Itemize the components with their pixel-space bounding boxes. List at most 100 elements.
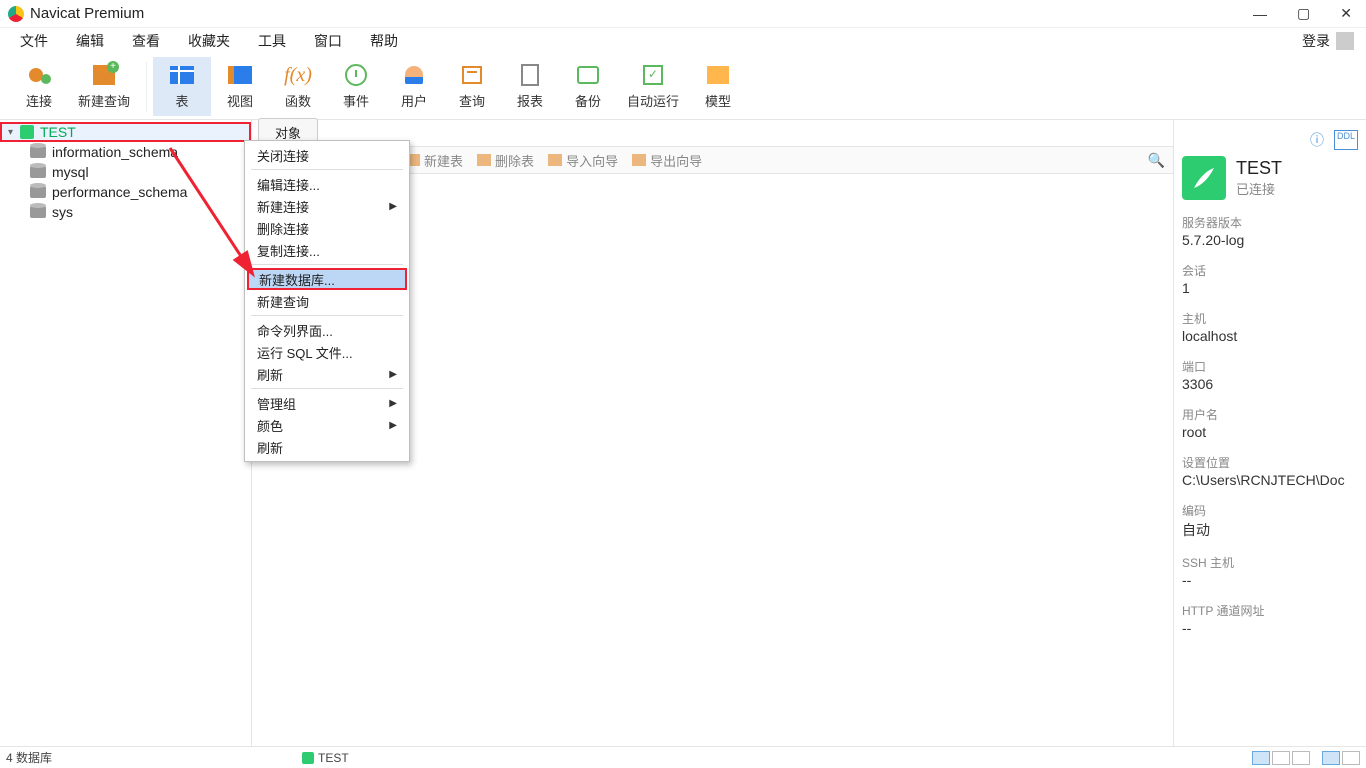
toolbar-connect[interactable]: 连接 [10, 57, 68, 116]
info-location: C:\Users\RCNJTECH\Doc [1182, 472, 1358, 488]
toolbar-query[interactable]: 查询 [443, 57, 501, 116]
toolbar-table[interactable]: 表 [153, 57, 211, 116]
function-icon: f(x) [284, 64, 312, 87]
ctx-manage-group[interactable]: 管理组▶ [247, 392, 407, 414]
info-server-version: 5.7.20-log [1182, 232, 1358, 248]
view-grid-button[interactable] [1252, 751, 1270, 765]
separator [251, 169, 403, 170]
toolbar-event[interactable]: 事件 [327, 57, 385, 116]
obj-new-table[interactable]: 新建表 [402, 149, 467, 172]
obj-import-wizard[interactable]: 导入向导 [544, 149, 622, 172]
search-icon[interactable]: 🔍 [1148, 152, 1165, 169]
submenu-arrow-icon: ▶ [389, 420, 397, 431]
app-logo-icon [8, 6, 24, 22]
minimize-button[interactable]: — [1247, 6, 1273, 22]
tree-connection-test[interactable]: ▾ TEST [0, 122, 251, 142]
ctx-close-connection[interactable]: 关闭连接 [247, 144, 407, 166]
toolbar-user[interactable]: 用户 [385, 57, 443, 116]
toolbar-report[interactable]: 报表 [501, 57, 559, 116]
body: ▾ TEST information_schema mysql performa… [0, 120, 1366, 746]
menu-window[interactable]: 窗口 [300, 31, 356, 51]
ctx-refresh-2[interactable]: 刷新 [247, 436, 407, 458]
toolbar-function[interactable]: f(x)函数 [269, 57, 327, 116]
info-user: root [1182, 424, 1358, 440]
delete-table-icon [477, 154, 491, 166]
ctx-edit-connection[interactable]: 编辑连接... [247, 173, 407, 195]
obj-delete-table[interactable]: 删除表 [473, 149, 538, 172]
submenu-arrow-icon: ▶ [389, 369, 397, 380]
table-icon [170, 66, 194, 84]
toolbar-backup[interactable]: 备份 [559, 57, 617, 116]
status-bar: 4 数据库 TEST [0, 746, 1366, 768]
connection-icon [20, 125, 34, 139]
info-session: 1 [1182, 280, 1358, 296]
maximize-button[interactable]: ▢ [1291, 5, 1316, 22]
panel-toggle-1[interactable] [1322, 751, 1340, 765]
report-icon [521, 64, 539, 86]
toolbar-new-query[interactable]: 新建查询 [68, 57, 140, 116]
window-controls: — ▢ ✕ [1247, 5, 1358, 22]
tree-root-label: TEST [40, 124, 76, 140]
submenu-arrow-icon: ▶ [389, 398, 397, 409]
database-icon [30, 186, 46, 198]
object-search-input[interactable] [976, 153, 1136, 168]
status-db-count: 4 数据库 [6, 749, 52, 766]
info-icon[interactable]: ⓘ [1310, 130, 1324, 150]
app-title: Navicat Premium [30, 5, 144, 22]
ctx-new-query[interactable]: 新建查询 [247, 290, 407, 312]
tree-db-sys[interactable]: sys [0, 202, 251, 222]
backup-icon [577, 66, 599, 84]
menu-edit[interactable]: 编辑 [62, 31, 118, 51]
ctx-color[interactable]: 颜色▶ [247, 414, 407, 436]
login-area[interactable]: 登录 [1302, 31, 1360, 51]
view-list-button[interactable] [1272, 751, 1290, 765]
new-query-icon [93, 65, 115, 85]
menu-bar: 文件 编辑 查看 收藏夹 工具 窗口 帮助 登录 [0, 28, 1366, 54]
separator [251, 315, 403, 316]
menu-tools[interactable]: 工具 [244, 31, 300, 51]
model-icon [707, 66, 729, 84]
import-icon [548, 154, 562, 166]
clock-icon [345, 64, 367, 86]
title-bar: Navicat Premium — ▢ ✕ [0, 0, 1366, 28]
connection-big-icon [1182, 156, 1226, 200]
ctx-refresh[interactable]: 刷新▶ [247, 363, 407, 385]
connection-status-icon [302, 752, 314, 764]
ctx-delete-connection[interactable]: 删除连接 [247, 217, 407, 239]
close-button[interactable]: ✕ [1334, 5, 1358, 22]
login-label: 登录 [1302, 31, 1330, 51]
obj-export-wizard[interactable]: 导出向导 [628, 149, 706, 172]
toolbar-autorun[interactable]: 自动运行 [617, 57, 689, 116]
menu-file[interactable]: 文件 [6, 31, 62, 51]
separator [146, 62, 147, 112]
ctx-copy-connection[interactable]: 复制连接... [247, 239, 407, 261]
ctx-new-database[interactable]: 新建数据库... [247, 268, 407, 290]
connection-tree: ▾ TEST information_schema mysql performa… [0, 120, 252, 746]
ctx-run-sql-file[interactable]: 运行 SQL 文件... [247, 341, 407, 363]
menu-favorites[interactable]: 收藏夹 [174, 31, 244, 51]
info-port: 3306 [1182, 376, 1358, 392]
toolbar-view[interactable]: 视图 [211, 57, 269, 116]
toolbar-model[interactable]: 模型 [689, 57, 747, 116]
menu-help[interactable]: 帮助 [356, 31, 412, 51]
separator [251, 388, 403, 389]
tree-db-performance-schema[interactable]: performance_schema [0, 182, 251, 202]
info-http: -- [1182, 620, 1358, 636]
tree-db-mysql[interactable]: mysql [0, 162, 251, 182]
ctx-new-connection[interactable]: 新建连接▶ [247, 195, 407, 217]
view-mode-buttons [1252, 751, 1360, 765]
expand-arrow-icon: ▾ [8, 127, 20, 138]
connect-icon [27, 66, 51, 84]
info-encoding: 自动 [1182, 520, 1358, 540]
database-icon [30, 166, 46, 178]
panel-toggle-2[interactable] [1342, 751, 1360, 765]
ddl-icon[interactable]: DDL [1334, 130, 1358, 150]
avatar-icon [1336, 32, 1354, 50]
tree-db-information-schema[interactable]: information_schema [0, 142, 251, 162]
ctx-command-line[interactable]: 命令列界面... [247, 319, 407, 341]
autorun-icon [643, 65, 663, 85]
info-panel: ⓘ DDL TEST 已连接 服务器版本5.7.20-log 会话1 主机loc… [1174, 120, 1366, 746]
status-connection: TEST [302, 751, 349, 765]
view-detail-button[interactable] [1292, 751, 1310, 765]
menu-view[interactable]: 查看 [118, 31, 174, 51]
